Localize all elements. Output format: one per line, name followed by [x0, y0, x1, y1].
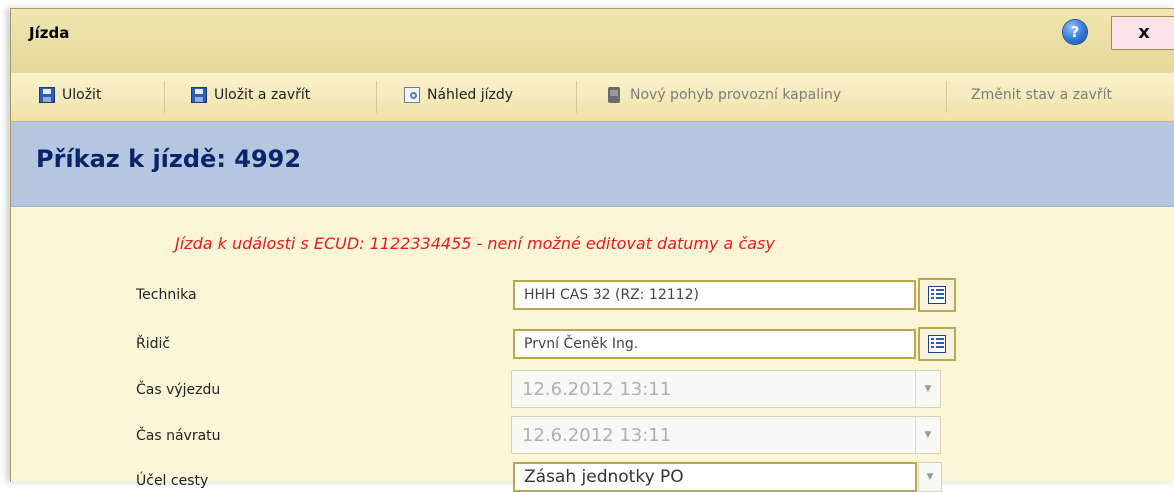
help-icon[interactable]: ? — [1063, 20, 1087, 44]
toolbar-separator — [376, 81, 377, 113]
save-close-button[interactable]: Uložit a zavřít — [191, 83, 310, 107]
cas-vyjezdu-label: Čas výjezdu — [136, 382, 221, 398]
new-fluid-movement-button[interactable]: Nový pohyb provozní kapaliny — [608, 83, 841, 107]
floppy-disk-icon — [39, 87, 55, 103]
technika-label: Technika — [136, 287, 197, 303]
toolbar-separator — [164, 81, 165, 113]
chevron-down-icon: ▼ — [915, 417, 940, 453]
toolbar-separator — [576, 81, 577, 113]
change-state-label: Změnit stav a zavřít — [971, 87, 1113, 103]
save-button[interactable]: Uložit — [39, 83, 101, 107]
ridic-field[interactable]: První Čeněk Ing. — [513, 329, 916, 359]
chevron-down-icon[interactable]: ▼ — [918, 462, 942, 492]
cas-vyjezdu-field: 12.6.2012 13:11 ▼ — [511, 370, 941, 408]
ucel-cesty-field[interactable]: Zásah jednotky PO — [513, 462, 917, 492]
cas-navratu-label: Čas návratu — [136, 428, 221, 444]
toolbar-separator — [946, 81, 947, 113]
fluid-canister-icon — [608, 87, 620, 103]
save-label: Uložit — [62, 87, 102, 103]
list-picker-icon — [928, 286, 946, 304]
new-fluid-label: Nový pohyb provozní kapaliny — [630, 87, 842, 103]
ridic-picker-button[interactable] — [918, 327, 956, 361]
close-button[interactable]: x — [1111, 16, 1174, 50]
header-band: Příkaz k jízdě: 4992 — [11, 122, 1174, 207]
floppy-disk-icon — [191, 87, 207, 103]
title-bar: Jízda ? x — [11, 9, 1174, 74]
technika-picker-button[interactable] — [918, 278, 956, 312]
cas-navratu-value: 12.6.2012 13:11 — [522, 425, 672, 446]
page-title: Příkaz k jízdě: 4992 — [36, 145, 302, 173]
change-state-close-button[interactable]: Změnit stav a zavřít — [971, 83, 1112, 107]
list-picker-icon — [928, 335, 946, 353]
save-close-label: Uložit a zavřít — [214, 87, 311, 103]
preview-document-icon — [404, 87, 420, 103]
window-title: Jízda — [29, 24, 70, 42]
chevron-down-icon: ▼ — [915, 371, 940, 407]
technika-field[interactable]: HHH CAS 32 (RZ: 12112) — [513, 280, 916, 310]
toolbar: Uložit Uložit a zavřít Náhled jízdy Nový… — [11, 73, 1174, 122]
cas-navratu-field: 12.6.2012 13:11 ▼ — [511, 416, 941, 454]
cas-vyjezdu-value: 12.6.2012 13:11 — [522, 379, 672, 400]
warning-message: Jízda k události s ECUD: 1122334455 - ne… — [175, 234, 775, 253]
ucel-cesty-label: Účel cesty — [136, 473, 209, 489]
preview-label: Náhled jízdy — [427, 87, 514, 103]
ridic-label: Řidič — [136, 336, 171, 352]
preview-button[interactable]: Náhled jízdy — [404, 83, 513, 107]
